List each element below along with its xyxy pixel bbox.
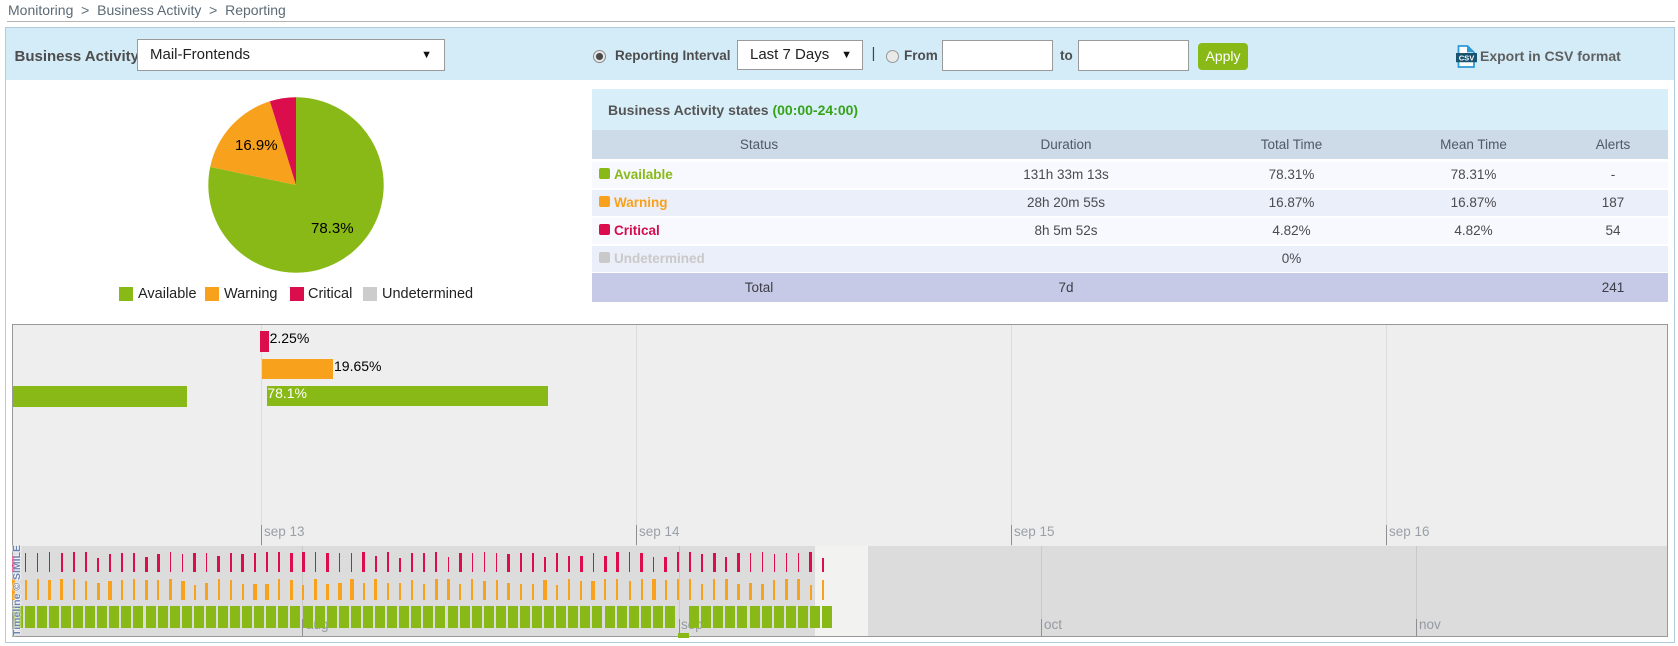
svg-text:CSV: CSV <box>1458 53 1475 62</box>
